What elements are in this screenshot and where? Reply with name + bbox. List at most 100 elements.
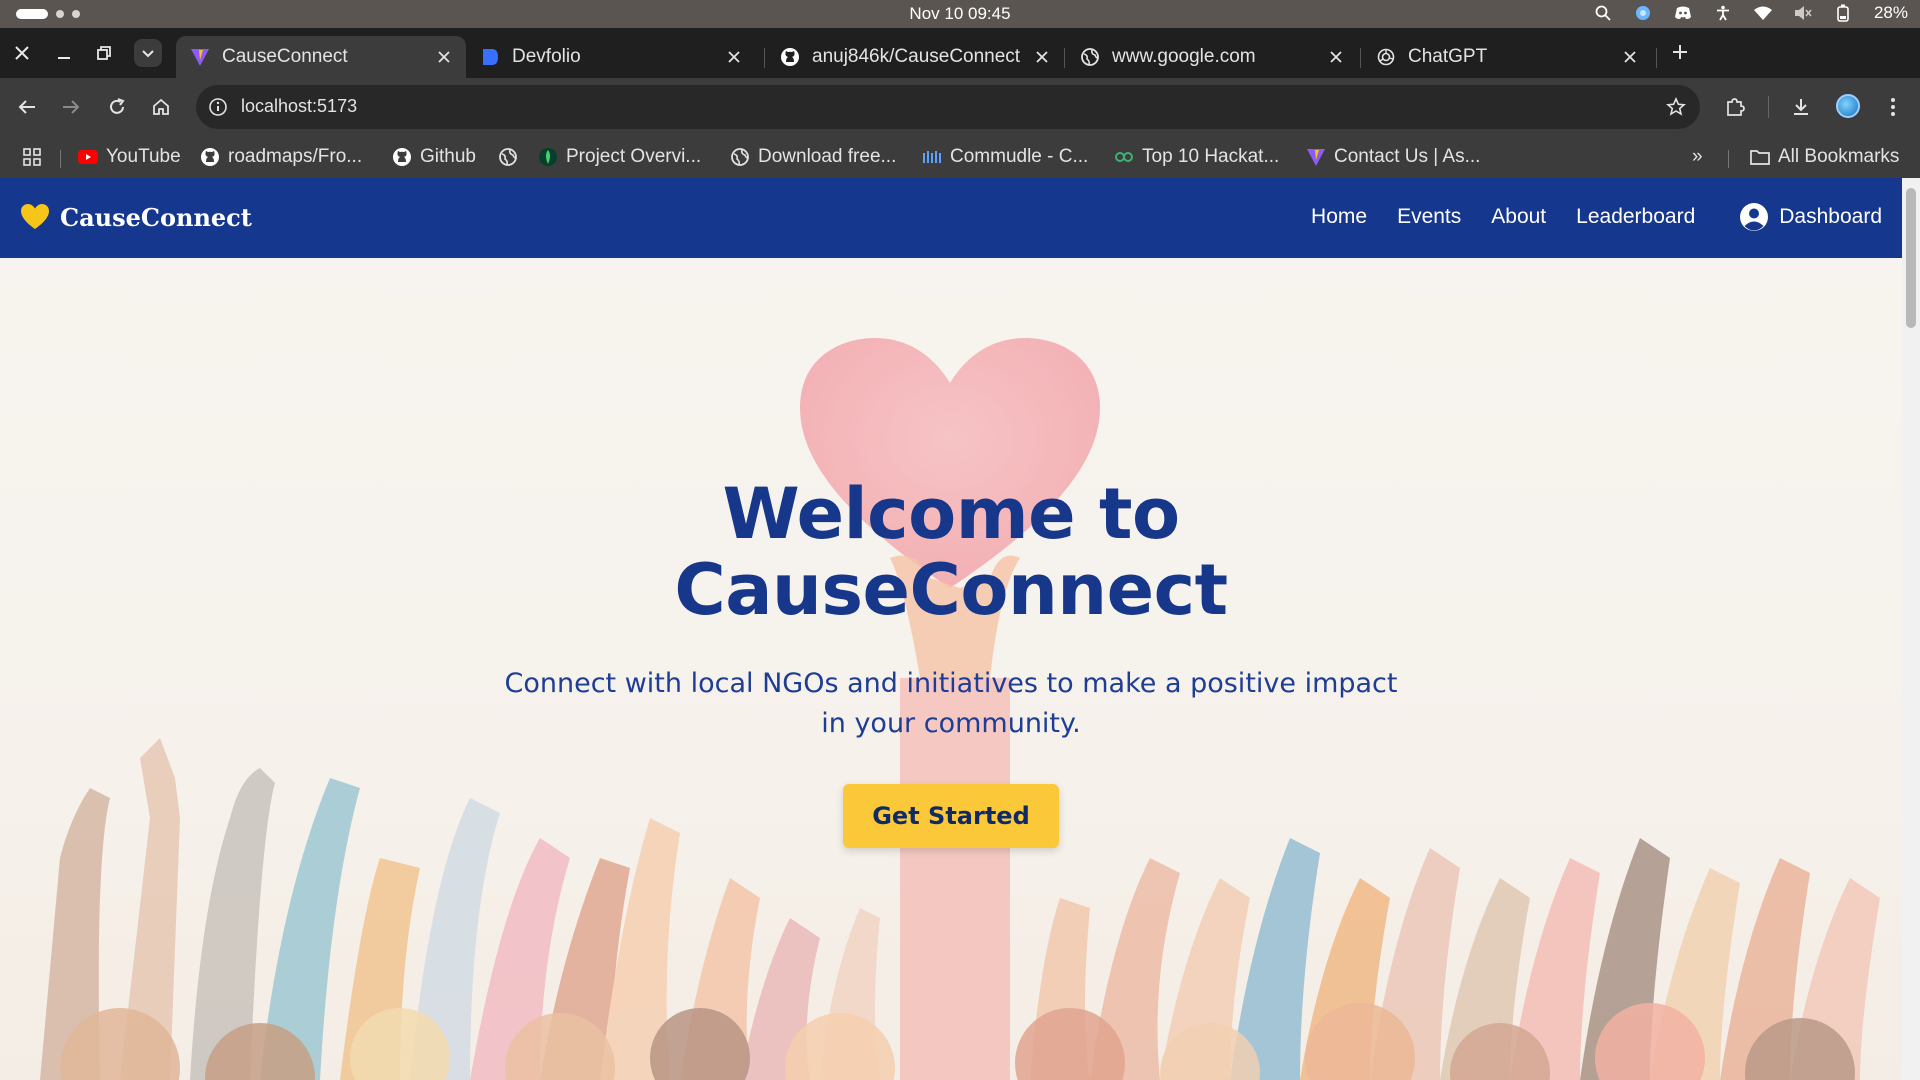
toolbar-divider [1768,96,1769,118]
bookmark-label: All Bookmarks [1778,146,1900,167]
tab-causeconnect[interactable]: CauseConnect [176,36,466,78]
app-indicator-icon[interactable] [1634,4,1652,22]
clock-text[interactable]: Nov 10 09:45 [909,4,1010,23]
minimize-window-button[interactable] [50,39,78,67]
site-info-icon[interactable] [206,95,230,119]
bookmark-download-free[interactable]: Download free... [730,144,896,170]
tab-github-repo[interactable]: anuj846k/CauseConnect [766,36,1064,78]
workspace-pill [16,9,48,19]
forward-button[interactable] [58,94,84,120]
nav-dashboard[interactable]: Dashboard [1739,202,1882,232]
nav-links: Home Events About Leaderboard Dashboard [1311,202,1882,232]
tab-close-icon[interactable] [1032,47,1052,67]
tab-search-button[interactable] [134,39,162,67]
site-brand[interactable]: CauseConnect [20,202,252,232]
bookmark-star-icon[interactable] [1664,95,1688,119]
bookmark-globe[interactable] [498,144,526,170]
reload-icon [110,98,125,114]
kebab-menu-icon [1891,98,1895,116]
tab-close-icon[interactable] [434,47,454,67]
bookmark-label: Project Overvi... [566,146,702,167]
bookmark-label: Github [420,146,476,167]
nav-dashboard-label: Dashboard [1779,205,1882,228]
restore-icon [97,46,111,60]
tab-separator [1360,48,1361,68]
bookmark-contact-us[interactable]: Contact Us | As... [1306,144,1480,170]
tab-strip: CauseConnect Devfolio anuj846k/CauseConn… [0,28,1920,78]
chatgpt-icon [1376,47,1396,67]
get-started-button[interactable]: Get Started [843,784,1059,848]
apps-button[interactable] [22,144,50,170]
close-window-button[interactable] [8,39,36,67]
system-tray: 28% [1594,3,1908,23]
home-button[interactable] [148,94,174,120]
tab-google[interactable]: www.google.com [1066,36,1358,78]
tab-separator [1064,48,1065,68]
workspace-dot [72,10,80,18]
bookmark-roadmaps[interactable]: roadmaps/Fro... [200,144,362,170]
tab-title: anuj846k/CauseConnect [812,46,1021,67]
tab-close-icon[interactable] [724,47,744,67]
tab-chatgpt[interactable]: ChatGPT [1362,36,1652,78]
site-navbar: CauseConnect Home Events About Leaderboa… [0,178,1902,258]
nav-home[interactable]: Home [1311,205,1367,229]
url-text[interactable]: localhost:5173 [241,96,357,117]
bookmark-label: Top 10 Hackat... [1142,146,1280,167]
page-scrollbar[interactable] [1902,178,1920,1080]
home-icon [153,98,169,115]
browser-menu-button[interactable] [1880,94,1906,120]
profile-avatar[interactable] [1836,94,1860,118]
activities-indicator[interactable] [16,9,80,19]
bookmark-label: Contact Us | As... [1334,146,1481,167]
battery-icon[interactable] [1834,4,1852,22]
close-icon [15,46,29,60]
nav-leaderboard[interactable]: Leaderboard [1576,205,1695,229]
bookmark-separator [1728,150,1729,168]
arrow-left-icon [18,100,35,114]
hero-title-line1: Welcome to [722,473,1180,555]
all-bookmarks-button[interactable]: All Bookmarks [1750,144,1899,170]
globe-icon [498,147,518,167]
tab-title: ChatGPT [1408,46,1488,67]
bookmark-project-overview[interactable]: Project Overvi... [538,144,701,170]
hero-content: Welcome to CauseConnect Connect with loc… [0,476,1902,848]
bookmark-commudle[interactable]: Commudle - C... [922,144,1088,170]
youtube-icon [78,147,98,167]
tab-close-icon[interactable] [1620,47,1640,67]
search-icon[interactable] [1594,4,1612,22]
accessibility-icon[interactable] [1714,4,1732,22]
hero-title: Welcome to CauseConnect [0,476,1902,628]
puzzle-icon [1727,98,1745,116]
workspace-dot [56,10,64,18]
extensions-button[interactable] [1722,94,1748,120]
globe-icon [730,147,750,167]
bookmark-youtube[interactable]: YouTube [78,144,181,170]
reload-button[interactable] [104,94,130,120]
github-icon [200,147,220,167]
nav-about[interactable]: About [1491,205,1546,229]
volume-muted-icon[interactable] [1794,4,1812,22]
discord-icon[interactable] [1674,4,1692,22]
apps-grid-icon [22,147,42,167]
hero-section: Welcome to CauseConnect Connect with loc… [0,258,1902,1080]
tab-close-icon[interactable] [1326,47,1346,67]
downloads-button[interactable] [1788,94,1814,120]
wifi-icon[interactable] [1753,4,1772,22]
bookmark-github[interactable]: Github [392,144,476,170]
tab-devfolio[interactable]: Devfolio [466,36,756,78]
new-tab-button[interactable] [1668,40,1692,64]
chevron-down-icon [142,50,154,58]
bookmark-top-hackathons[interactable]: Top 10 Hackat... [1114,144,1279,170]
bookmarks-overflow-button[interactable]: » [1692,144,1703,170]
github-icon [780,47,800,67]
restore-window-button[interactable] [90,39,118,67]
address-bar[interactable]: localhost:5173 [196,85,1700,129]
scrollbar-thumb[interactable] [1906,188,1916,328]
tab-title: CauseConnect [222,46,348,67]
vite-icon [190,47,210,67]
back-button[interactable] [14,94,40,120]
hero-title-line2: CauseConnect [674,549,1228,631]
bookmark-label: Commudle - C... [950,146,1089,167]
nav-events[interactable]: Events [1397,205,1461,229]
brand-name: CauseConnect [60,202,252,232]
